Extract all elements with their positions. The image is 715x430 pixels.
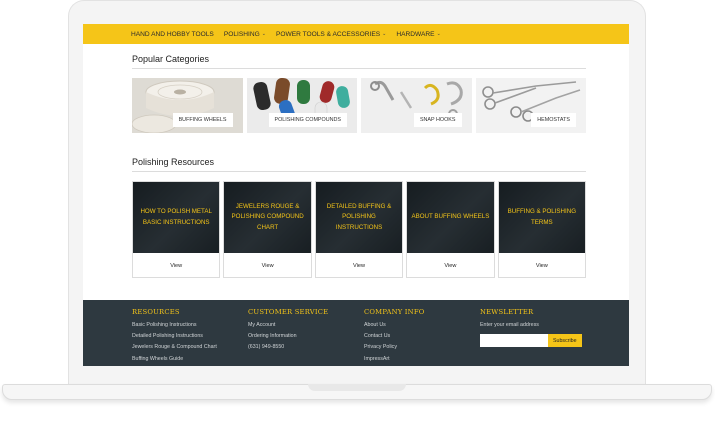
nav-hand-hobby-tools[interactable]: HAND AND HOBBY TOOLS xyxy=(131,31,214,38)
chevron-down-icon: ⌄ xyxy=(261,31,266,37)
website-screen: HAND AND HOBBY TOOLS POLISHING ⌄ POWER TO… xyxy=(83,24,629,366)
nav-power-tools[interactable]: POWER TOOLS & ACCESSORIES ⌄ xyxy=(276,31,386,38)
resource-image: BUFFING & POLISHING TERMS xyxy=(498,182,586,253)
resource-image: JEWELERS ROUGE & POLISHING COMPOUND CHAR… xyxy=(224,182,312,253)
footer-link[interactable]: About Us xyxy=(364,320,480,331)
resource-view-link[interactable]: View xyxy=(224,253,310,278)
footer-link[interactable]: Buffing Wheels Guide xyxy=(132,354,248,365)
site-footer: RESOURCES Basic Polishing Instructions D… xyxy=(83,300,629,366)
footer-newsletter: NEWSLETTER Enter your email address Subs… xyxy=(480,308,596,366)
category-label: BUFFING WHEELS xyxy=(172,113,233,127)
footer-link[interactable]: Ordering Information xyxy=(248,331,364,342)
category-label: SNAP HOOKS xyxy=(413,113,462,127)
footer-link[interactable]: ImpressArt xyxy=(364,354,480,365)
footer-link[interactable]: Basic Polishing Instructions xyxy=(132,320,248,331)
laptop-notch xyxy=(308,384,406,391)
resource-view-link[interactable]: View xyxy=(499,253,585,278)
chevron-down-icon: ⌄ xyxy=(436,31,441,37)
popular-categories-title: Popular Categories xyxy=(132,54,586,69)
footer-link[interactable]: Detailed Polishing Instructions xyxy=(132,331,248,342)
resource-title: DETAILED BUFFING & POLISHING INSTRUCTION… xyxy=(326,202,392,231)
nav-label: POWER TOOLS & ACCESSORIES xyxy=(275,30,381,38)
footer-link[interactable]: Privacy Policy xyxy=(364,342,480,353)
category-row: BUFFING WHEELS POLISHING COMPOUNDS SNAP … xyxy=(132,78,586,133)
newsletter-email-input[interactable] xyxy=(480,334,548,347)
resource-image: HOW TO POLISH METAL BASIC INSTRUCTIONS xyxy=(133,182,220,253)
newsletter-label: Enter your email address xyxy=(480,322,539,328)
nav-label: POLISHING xyxy=(223,30,260,38)
category-tile-polishing-compounds[interactable]: POLISHING COMPOUNDS xyxy=(246,78,357,133)
resource-card[interactable]: JEWELERS ROUGE & POLISHING COMPOUND CHAR… xyxy=(223,181,312,278)
footer-link[interactable]: My Account xyxy=(248,320,364,331)
footer-link[interactable]: Jewelers Rouge & Compound Chart xyxy=(132,342,248,353)
resource-view-link[interactable]: View xyxy=(133,253,219,278)
chevron-down-icon: ⌄ xyxy=(382,31,387,37)
footer-phone[interactable]: (631) 949-8550 xyxy=(248,342,364,353)
polishing-resources-title: Polishing Resources xyxy=(132,157,586,172)
nav-hardware[interactable]: HARDWARE ⌄ xyxy=(396,31,440,38)
nav-label: HAND AND HOBBY TOOLS xyxy=(131,30,214,38)
resource-image: DETAILED BUFFING & POLISHING INSTRUCTION… xyxy=(315,182,403,253)
footer-resources: RESOURCES Basic Polishing Instructions D… xyxy=(132,308,248,366)
resource-card[interactable]: DETAILED BUFFING & POLISHING INSTRUCTION… xyxy=(314,181,404,278)
resource-title: HOW TO POLISH METAL BASIC INSTRUCTIONS xyxy=(140,207,212,226)
resource-card[interactable]: ABOUT BUFFING WHEELS View xyxy=(406,181,495,278)
footer-heading: NEWSLETTER xyxy=(480,308,534,316)
footer-heading: CUSTOMER SERVICE xyxy=(248,308,329,316)
category-tile-buffing-wheels[interactable]: BUFFING WHEELS xyxy=(132,78,243,133)
main-nav: HAND AND HOBBY TOOLS POLISHING ⌄ POWER TO… xyxy=(83,24,629,44)
resource-card[interactable]: BUFFING & POLISHING TERMS View xyxy=(497,181,587,278)
resource-title: JEWELERS ROUGE & POLISHING COMPOUND CHAR… xyxy=(231,202,304,231)
footer-company-info: COMPANY INFO About Us Contact Us Privacy… xyxy=(364,308,480,366)
footer-link[interactable]: Contact Us xyxy=(364,331,480,342)
footer-customer-service: CUSTOMER SERVICE My Account Ordering Inf… xyxy=(248,308,364,366)
footer-heading: RESOURCES xyxy=(132,308,180,316)
resource-view-link[interactable]: View xyxy=(407,253,493,278)
resource-row: HOW TO POLISH METAL BASIC INSTRUCTIONS V… xyxy=(132,181,587,278)
category-tile-snap-hooks[interactable]: SNAP HOOKS xyxy=(361,78,472,133)
resource-title: BUFFING & POLISHING TERMS xyxy=(507,207,577,226)
resource-image: ABOUT BUFFING WHEELS xyxy=(407,182,495,253)
category-label: POLISHING COMPOUNDS xyxy=(268,113,347,127)
nav-polishing[interactable]: POLISHING ⌄ xyxy=(224,31,266,38)
category-label: HEMOSTATS xyxy=(531,113,576,127)
subscribe-button[interactable]: Subscribe xyxy=(548,334,582,347)
main-content: Popular Categories BUFFING WHEELS POLISH… xyxy=(83,54,629,278)
category-tile-hemostats[interactable]: HEMOSTATS xyxy=(475,78,586,133)
resource-view-link[interactable]: View xyxy=(316,253,402,278)
footer-heading: COMPANY INFO xyxy=(364,308,425,316)
resource-card[interactable]: HOW TO POLISH METAL BASIC INSTRUCTIONS V… xyxy=(132,181,221,278)
resource-title: ABOUT BUFFING WHEELS xyxy=(411,213,490,221)
newsletter-form: Subscribe xyxy=(480,334,596,347)
nav-label: HARDWARE xyxy=(396,30,435,38)
